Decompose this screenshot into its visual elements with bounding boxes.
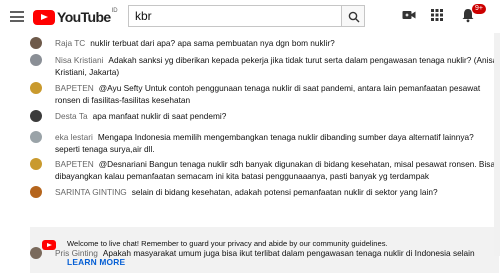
live-chat-list: Raja TC nuklir terbuat dari apa? apa sama… bbox=[0, 33, 500, 273]
message-author[interactable]: BAPETEN bbox=[55, 83, 94, 93]
message-author[interactable]: BAPETEN bbox=[55, 159, 94, 169]
apps-grid-icon[interactable] bbox=[430, 8, 444, 22]
avatar[interactable] bbox=[30, 158, 42, 170]
youtube-icon bbox=[42, 240, 56, 250]
search-input[interactable]: kbr bbox=[128, 5, 341, 27]
message-text: Adakah sanksi yg diberikan kepada pekerj… bbox=[55, 55, 498, 77]
avatar[interactable] bbox=[30, 54, 42, 66]
logo-text: YouTube bbox=[57, 9, 111, 25]
message-author[interactable]: Nisa Kristiani bbox=[55, 55, 103, 65]
message-author[interactable]: Pris Ginting bbox=[55, 248, 98, 258]
message-author[interactable]: Raja TC bbox=[55, 38, 85, 48]
logo-country: ID bbox=[111, 8, 118, 14]
message-text: apa manfaat nuklir di saat pendemi? bbox=[92, 111, 227, 121]
top-bar: YouTube ID kbr 9+ bbox=[0, 0, 500, 33]
avatar[interactable] bbox=[30, 186, 42, 198]
notification-badge: 9+ bbox=[472, 4, 486, 14]
message-author[interactable]: eka lestari bbox=[55, 132, 93, 142]
message-author[interactable]: SARINTA GINTING bbox=[55, 187, 127, 197]
avatar[interactable] bbox=[30, 131, 42, 143]
avatar[interactable] bbox=[30, 82, 42, 94]
avatar[interactable] bbox=[30, 110, 42, 122]
message-text: @Ayu Sefty Untuk contoh penggunaan tenag… bbox=[55, 83, 481, 105]
avatar[interactable] bbox=[30, 247, 42, 259]
youtube-logo[interactable]: YouTube ID bbox=[33, 8, 118, 25]
menu-icon[interactable] bbox=[10, 11, 24, 22]
chat-scrollbar[interactable] bbox=[494, 33, 500, 256]
message-text: nuklir terbuat dari apa? apa sama pembua… bbox=[90, 38, 335, 48]
avatar[interactable] bbox=[30, 37, 42, 49]
youtube-play-icon bbox=[33, 9, 55, 25]
message-text: @Desnariani Bangun tenaga nuklir sdh ban… bbox=[55, 159, 496, 181]
message-text: selain di bidang kesehatan, adakah poten… bbox=[131, 187, 438, 197]
search-button[interactable] bbox=[341, 5, 365, 27]
create-video-icon[interactable] bbox=[402, 8, 416, 22]
search-icon bbox=[348, 11, 360, 23]
message-text: Mengapa Indonesia memilih mengembangkan … bbox=[55, 132, 474, 154]
message-text: Apakah masyarakat umum juga bisa ikut te… bbox=[102, 248, 475, 258]
message-author[interactable]: Desta Ta bbox=[55, 111, 88, 121]
